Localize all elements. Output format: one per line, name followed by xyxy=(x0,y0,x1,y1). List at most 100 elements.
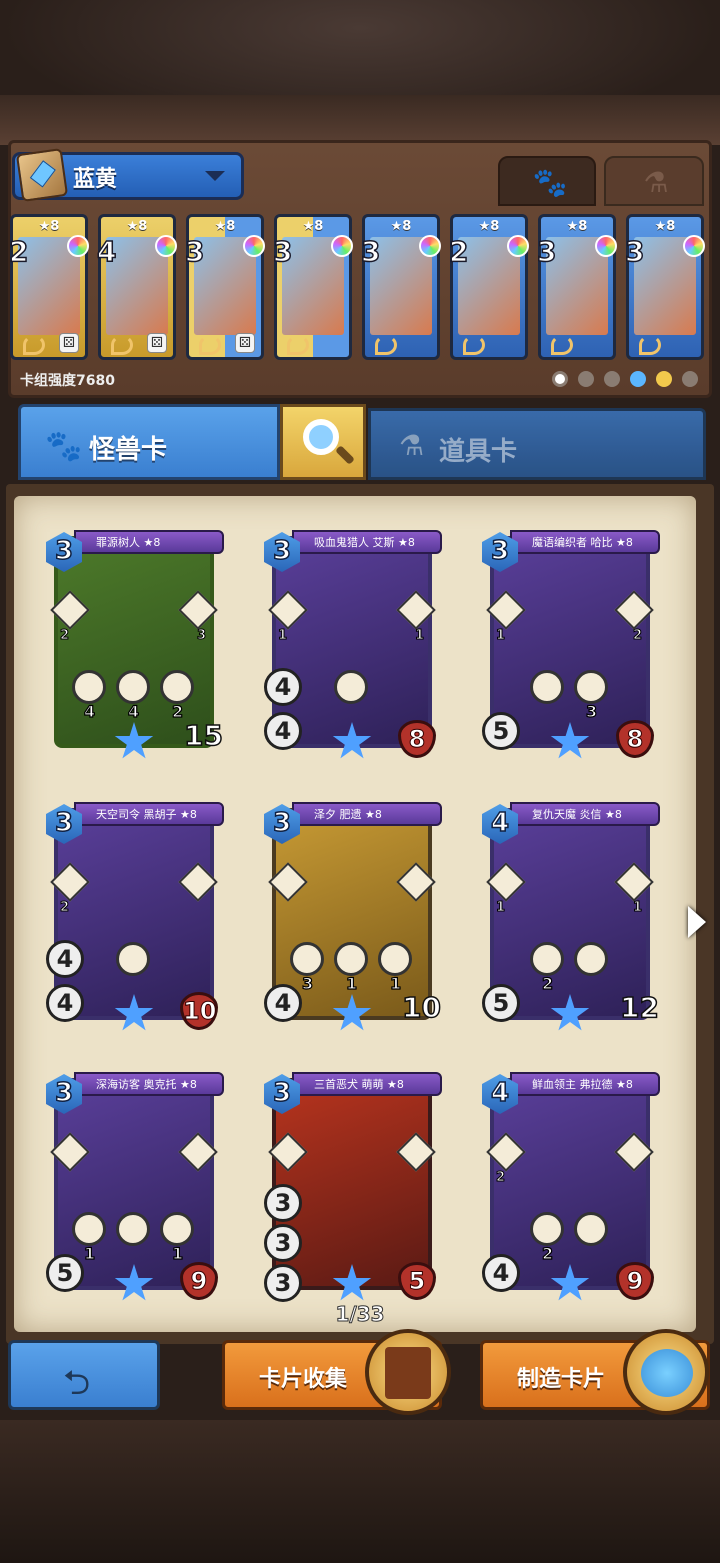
deck-selector-dropdown[interactable]: 蓝黄 xyxy=(12,148,244,202)
monster-card[interactable]: 天空司令 黑胡子 ★8 3 2 4 4 10 xyxy=(46,802,224,1034)
hook-icon xyxy=(199,335,221,355)
monster-card[interactable]: 复仇天魔 炎信 ★8 4 1 1 2 5 12 xyxy=(482,802,660,1034)
health-value: 8 xyxy=(398,720,436,758)
card-stars: ★8 xyxy=(478,219,500,234)
skill-orb-icon xyxy=(574,942,608,976)
monster-card[interactable]: 魔语编织者 哈比 ★8 3 1 2 3 5 8 xyxy=(482,530,660,762)
card-name: 天空司令 黑胡子 ★8 xyxy=(96,808,197,821)
hook-icon xyxy=(23,335,45,355)
card-name-banner: 天空司令 黑胡子 ★8 xyxy=(74,802,224,826)
health-value: 8 xyxy=(616,720,654,758)
card-cost: 3 xyxy=(54,535,74,567)
deck-card[interactable]: ★8 3 xyxy=(360,214,441,360)
water-element-icon[interactable] xyxy=(630,371,646,387)
deck-card[interactable]: ★8 4 ⚄ xyxy=(96,214,177,360)
tab-monster-cards[interactable]: 🐾 怪兽卡 xyxy=(18,404,280,480)
search-button[interactable] xyxy=(280,404,366,480)
health-value: 15 xyxy=(183,719,223,753)
rainbow-element-icon xyxy=(683,235,705,257)
card-name: 罪源树人 ★8 xyxy=(96,536,161,549)
hook-icon xyxy=(375,335,397,355)
card-cost: 4 xyxy=(96,234,117,269)
card-name-banner: 鲜血领主 弗拉德 ★8 xyxy=(510,1072,660,1096)
card-stars: ★8 xyxy=(126,219,148,234)
next-page-arrow-icon[interactable] xyxy=(688,906,706,938)
card-cost: 3 xyxy=(54,1077,74,1109)
deck-card[interactable]: ★8 3 xyxy=(624,214,705,360)
ability-value: 1 xyxy=(414,628,424,644)
fire-element-icon[interactable] xyxy=(682,371,698,387)
bottom-action-bar: ⮌ 卡片收集 制造卡片 xyxy=(0,1329,720,1420)
skill-orb-icon xyxy=(530,1212,564,1246)
dice-icon: ⚄ xyxy=(235,333,255,353)
monster-card[interactable]: 罪源树人 ★8 3 2 3 4 4 2 15 xyxy=(46,530,224,762)
skill-orb-icon xyxy=(160,670,194,704)
card-cost: 3 xyxy=(272,1077,292,1109)
deck-card[interactable]: ★8 2 xyxy=(448,214,529,360)
monster-card[interactable]: 深海访客 奥克托 ★8 3 1 1 5 9 xyxy=(46,1072,224,1304)
card-cost: 2 xyxy=(448,234,469,269)
card-page: 罪源树人 ★8 3 2 3 4 4 2 15 吸血鬼猎人 艾斯 ★8 3 1 1 4 4 8 魔语编织者 哈比… xyxy=(14,496,696,1332)
thunder-element-icon[interactable] xyxy=(656,371,672,387)
tab-item-filter[interactable]: ⚗ xyxy=(604,156,704,206)
deck-card[interactable]: ★8 3 ⚄ xyxy=(184,214,265,360)
dice-icon: ⚄ xyxy=(147,333,167,353)
skill-value: 4 xyxy=(83,701,96,721)
skill-orb-icon xyxy=(116,1212,150,1246)
monster-card[interactable]: 三首恶犬 萌萌 ★8 3 3 3 3 5 xyxy=(264,1072,442,1304)
craft-potion-icon xyxy=(623,1329,709,1415)
card-cost: 3 xyxy=(184,234,205,269)
rainbow-element-icon xyxy=(507,235,529,257)
attack-value: 4 xyxy=(264,984,302,1022)
card-collection-button[interactable]: 卡片收集 xyxy=(222,1329,451,1415)
monster-card[interactable]: 鲜血领主 弗拉德 ★8 4 2 2 4 9 xyxy=(482,1072,660,1304)
element-icon[interactable] xyxy=(604,371,620,387)
rainbow-element-icon xyxy=(155,235,177,257)
skill-orb-icon xyxy=(334,942,368,976)
element-icon[interactable] xyxy=(578,371,594,387)
back-button[interactable]: ⮌ xyxy=(8,1340,160,1410)
ability-value: 1 xyxy=(495,628,506,644)
monster-card[interactable]: 泽夕 肥遗 ★8 3 3 1 1 4 10 xyxy=(264,802,442,1034)
monster-card[interactable]: 吸血鬼猎人 艾斯 ★8 3 1 1 4 4 8 xyxy=(264,530,442,762)
paw-icon: 🐾 xyxy=(532,166,568,199)
card-collection-icon xyxy=(365,1329,451,1415)
element-filter-icons xyxy=(552,371,702,389)
deck-card[interactable]: ★8 2 ⚄ xyxy=(8,214,89,360)
tab-monster-label: 怪兽卡 xyxy=(89,435,168,465)
deck-card[interactable]: ★8 3 xyxy=(272,214,353,360)
craft-card-button[interactable]: 制造卡片 xyxy=(480,1329,710,1415)
skill-value: 1 xyxy=(389,973,402,993)
chevron-down-icon xyxy=(205,171,225,181)
card-cost: 3 xyxy=(272,535,292,567)
deck-card[interactable]: ★8 3 xyxy=(536,214,617,360)
card-stars: ★8 xyxy=(566,219,588,234)
card-name: 深海访客 奥克托 ★8 xyxy=(96,1078,197,1091)
page-indicator: 1/33 xyxy=(335,1302,385,1327)
tab-item-cards[interactable]: ⚗ 道具卡 xyxy=(368,408,706,480)
potion-icon: ⚗ xyxy=(643,166,669,199)
stat-value: 3 xyxy=(264,1184,302,1222)
back-arrow-icon: ⮌ xyxy=(63,1363,91,1403)
deck-book-icon xyxy=(15,148,69,202)
all-element-icon[interactable] xyxy=(552,371,568,387)
skill-orb-icon xyxy=(574,670,608,704)
health-value: 12 xyxy=(619,991,659,1025)
hook-icon xyxy=(287,335,309,355)
skill-orb-icon xyxy=(116,942,150,976)
card-stars: ★8 xyxy=(302,219,324,234)
skill-value: 2 xyxy=(171,701,184,721)
skill-orb-icon xyxy=(160,1212,194,1246)
card-collection-label: 卡片收集 xyxy=(259,1367,348,1392)
skill-orb-icon xyxy=(116,670,150,704)
hook-icon xyxy=(463,335,485,355)
ability-value: 1 xyxy=(277,628,288,644)
skill-value: 1 xyxy=(345,973,358,993)
card-name: 泽夕 肥遗 ★8 xyxy=(314,808,382,821)
stat-value: 4 xyxy=(46,940,84,978)
rainbow-element-icon xyxy=(243,235,265,257)
card-name-banner: 复仇天魔 炎信 ★8 xyxy=(510,802,660,826)
tab-monster-filter[interactable]: 🐾 xyxy=(498,156,596,206)
stat-value: 3 xyxy=(264,1224,302,1262)
card-cost: 3 xyxy=(536,234,557,269)
